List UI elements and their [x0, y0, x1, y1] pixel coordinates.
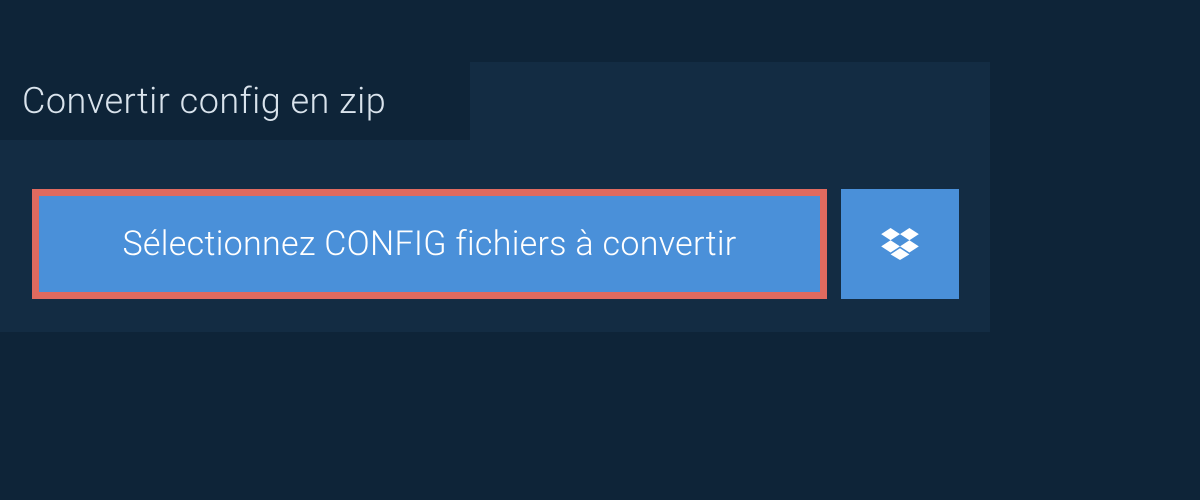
dropbox-icon: [881, 228, 919, 260]
select-files-button[interactable]: Sélectionnez CONFIG fichiers à convertir: [32, 189, 827, 299]
dropbox-button[interactable]: [841, 189, 959, 299]
action-row: Sélectionnez CONFIG fichiers à convertir: [32, 189, 959, 299]
select-files-label: Sélectionnez CONFIG fichiers à convertir: [122, 224, 736, 264]
converter-tab-label: Convertir config en zip: [22, 80, 386, 122]
converter-tab[interactable]: Convertir config en zip: [0, 62, 470, 140]
